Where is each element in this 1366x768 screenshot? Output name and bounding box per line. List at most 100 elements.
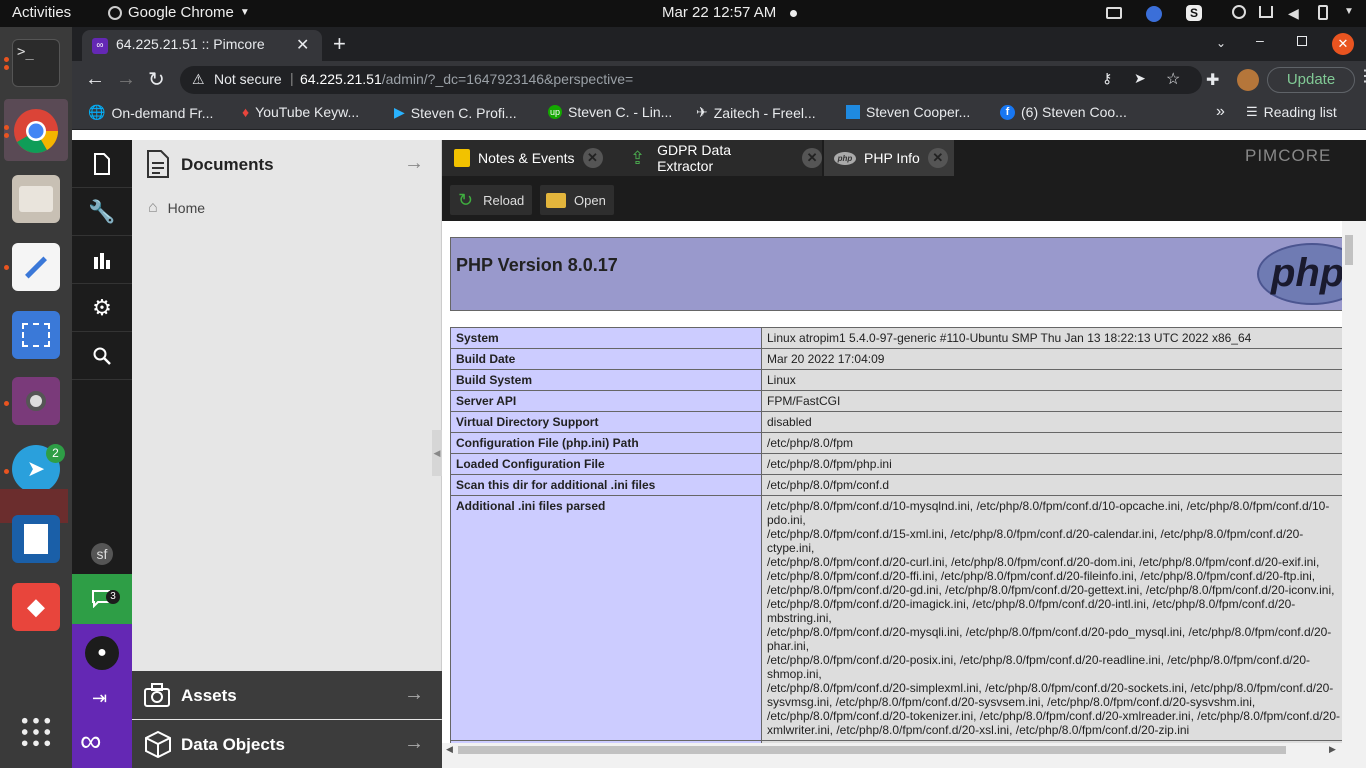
clock[interactable]: Mar 22 12:57 AM [662,4,776,21]
battery-icon[interactable] [1318,5,1328,20]
close-tab-icon[interactable]: ✕ [802,148,822,168]
tree-item-home[interactable]: ⌂ Home [148,199,205,217]
assets-panel-header[interactable]: Assets → [132,671,442,719]
more-bookmarks-button[interactable]: » [1216,103,1225,121]
php-info-row: Virtual Directory Support disabled [450,411,1342,433]
bookmark-item[interactable]: f (6) Steven Coo... [1000,104,1127,120]
bookmark-star-icon[interactable]: ☆ [1166,69,1180,89]
close-window-button[interactable]: ✕ [1332,33,1354,55]
notifications-button[interactable]: 3 [72,574,132,624]
bookmark-item[interactable]: Steven Cooper... [846,104,970,120]
writer-document-icon[interactable] [12,515,60,563]
text-editor-icon[interactable] [12,243,60,291]
system-menu-chevron-icon[interactable]: ▼ [1344,6,1354,17]
tab-search-chevron-icon[interactable]: ⌄ [1216,36,1226,50]
reload-page-icon[interactable]: ↻ [148,67,165,92]
documents-panel-header[interactable]: Documents → [132,140,442,188]
address-bar[interactable]: ⚠ Not secure | 64.225.21.51/admin/?_dc=1… [180,66,1202,94]
activities-button[interactable]: Activities [12,4,71,21]
symfony-icon[interactable]: sf [91,543,113,565]
minimize-window-button[interactable]: – [1256,32,1264,48]
tab-label: PHP Info [864,150,920,166]
update-button[interactable]: Update [1267,67,1355,93]
nav-settings[interactable]: ⚙ [72,284,132,332]
close-tab-icon[interactable]: ✕ [296,35,309,55]
app-tray-icon[interactable] [1146,6,1162,22]
arrow-right-icon[interactable]: → [404,683,424,706]
brightness-icon[interactable] [1232,5,1246,19]
data-objects-panel-header[interactable]: Data Objects → [132,720,442,768]
bookmarks-bar: 🌐 On-demand Fr... ♦ YouTube Keyw... ▶ Steve… [72,98,1366,130]
scroll-left-icon[interactable]: ◀ [446,744,453,755]
reload-button[interactable]: ↻ Reload [450,185,532,215]
system-top-bar: Activities Google Chrome ▼ Mar 22 12:57 … [0,0,1366,27]
profile-avatar[interactable] [1237,69,1259,91]
php-info-key: Configuration File (php.ini) Path [450,432,762,454]
bookmark-item[interactable]: ▶ Steven C. Profi... [394,104,517,121]
search-icon [93,347,111,365]
arrow-right-icon[interactable]: → [404,732,424,755]
left-tree-panel: Documents → ⌂ Home Assets → Data Objects… [132,140,442,768]
volume-icon[interactable]: ◀ [1288,5,1299,22]
open-button[interactable]: Open [540,185,614,215]
horizontal-scrollbar-thumb[interactable] [458,746,1286,754]
arrow-right-icon[interactable]: → [404,152,424,175]
bookmark-item[interactable]: up Steven C. - Lin... [548,104,672,120]
nav-marketing[interactable] [72,236,132,284]
vertical-scrollbar[interactable] [1342,221,1366,743]
files-icon[interactable] [12,175,60,223]
terminal-icon[interactable]: >_ [12,39,60,87]
php-info-row: Configuration File (php.ini) Path/etc/ph… [450,432,1342,454]
forward-arrow-icon[interactable]: → [116,68,136,91]
telegram-badge: 2 [46,444,65,463]
chrome-small-icon [108,5,122,20]
chrome-menu-icon[interactable]: ⋮ [1357,66,1366,86]
show-applications-icon[interactable] [12,707,60,755]
user-profile-button[interactable]: ● [85,636,119,670]
tab-php-info[interactable]: php PHP Info ✕ [824,140,954,176]
extensions-puzzle-icon[interactable]: ✚ [1206,70,1219,90]
collapse-panel-handle[interactable]: ◀ [432,430,442,476]
close-tab-icon[interactable]: ✕ [582,148,603,168]
nav-tools[interactable]: 🔧 [72,188,132,236]
nav-search[interactable] [72,332,132,380]
bookmark-item[interactable]: ✈ Zaitech - Freel... [696,104,816,121]
reading-list-button[interactable]: ☰ Reading list [1246,104,1337,120]
freelancer-icon: ▶ [394,104,405,120]
skype-icon[interactable]: S [1186,5,1202,21]
new-tab-button[interactable]: + [333,31,346,57]
tab-notes-events[interactable]: Notes & Events ✕ [442,140,618,176]
logout-icon[interactable]: ⇥ [92,688,107,709]
cube-icon [145,730,171,758]
browser-tab[interactable]: ∞ 64.225.21.51 :: Pimcore ✕ [82,30,322,61]
screenshot-icon[interactable] [12,311,60,359]
pimcore-logo-icon[interactable]: ∞ [80,724,101,760]
webcam-app-icon[interactable] [12,377,60,425]
network-icon[interactable] [1259,6,1273,18]
back-arrow-icon[interactable]: ← [85,68,105,91]
send-icon[interactable]: ➤ [1134,70,1146,87]
browser-tab-title: 64.225.21.51 :: Pimcore [116,36,265,52]
php-logo-text: php [1271,251,1342,295]
key-icon[interactable]: ⚷ [1102,70,1112,87]
app-menu[interactable]: Google Chrome ▼ [108,4,250,21]
horizontal-scrollbar[interactable]: ◀ ▶ [442,743,1366,768]
bookmark-item[interactable]: 🌐 On-demand Fr... [88,104,213,121]
chrome-icon[interactable] [12,107,60,155]
scroll-right-icon[interactable]: ▶ [1329,744,1336,755]
close-tab-icon[interactable]: ✕ [927,148,948,168]
security-label[interactable]: Not secure [214,71,282,87]
bookmark-label: Zaitech - Freel... [713,104,816,121]
php-info-key: Scan this dir for additional .ini files [450,474,762,496]
url-text[interactable]: 64.225.21.51/admin/?_dc=1647923146&persp… [300,71,633,87]
php-info-value: Mar 20 2022 17:04:09 [761,348,1342,370]
anydesk-icon[interactable]: ◆ [12,583,60,631]
nav-documents[interactable] [72,140,132,188]
vertical-scrollbar-thumb[interactable] [1345,235,1353,265]
maximize-window-button[interactable] [1297,36,1307,46]
bookmark-item[interactable]: ♦ YouTube Keyw... [242,104,359,120]
tab-gdpr-data-extractor[interactable]: ⇪ GDPR Data Extractor ✕ [618,140,822,176]
php-info-row: System Linux atropim1 5.4.0-97-generic #1… [450,327,1342,349]
camera-icon[interactable] [1106,7,1122,19]
php-info-value: Linux atropim1 5.4.0-97-generic #110-Ubu… [761,327,1342,349]
